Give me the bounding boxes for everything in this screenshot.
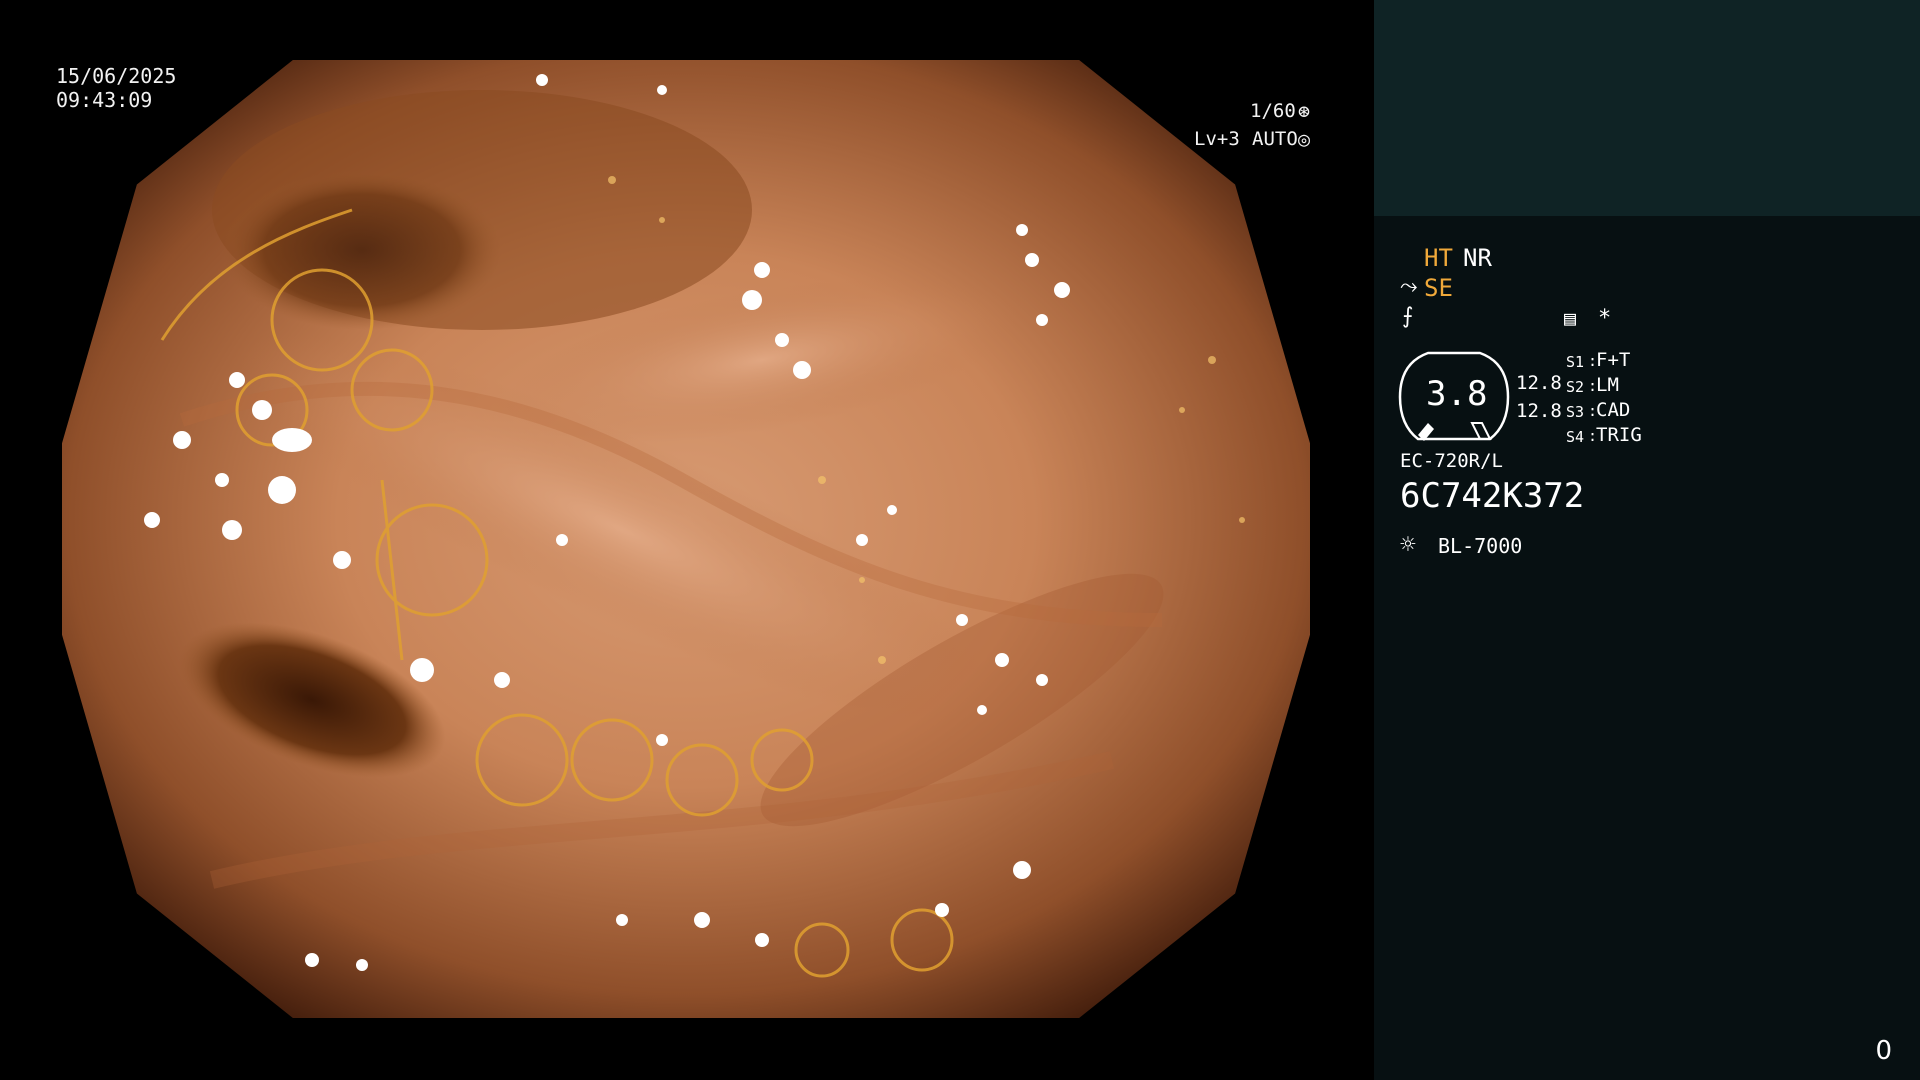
iris-icon: ◎: [1298, 127, 1311, 151]
switch-value-1: F+T: [1596, 349, 1631, 371]
tone-curve-icon: ⨍: [1402, 304, 1414, 329]
switch-key-2: S2: [1566, 378, 1585, 396]
scope-model: EC-720R/L: [1400, 450, 1503, 472]
shutter-speed: 1/60: [1250, 100, 1296, 122]
asterisk-indicator: *: [1598, 306, 1612, 331]
info-panel: [1374, 216, 1920, 1080]
mode-nr: NR: [1463, 244, 1492, 272]
iris-mode: AUTO: [1252, 128, 1298, 150]
switch-value-2: LM: [1596, 374, 1619, 396]
mode-ht: HT: [1424, 244, 1453, 272]
gauge-value: 3.8: [1426, 374, 1488, 414]
frame-counter: 0: [1875, 1036, 1892, 1066]
exam-time: 09:43:09: [56, 88, 153, 112]
enhance-curve-icon: ⤳: [1400, 274, 1418, 299]
endoscopy-monitor: 15/06/2025 09:43:09 1/60 ⊛ Lv+3 AUTO ◎ H…: [0, 0, 1920, 1080]
switch-key-3: S3: [1566, 403, 1585, 421]
light-source-icon: ☼: [1400, 530, 1416, 560]
switch-value-4: TRIG: [1596, 424, 1642, 446]
gauge-sub-top: 12.8: [1516, 372, 1562, 394]
switch-key-1: S1: [1566, 353, 1585, 371]
scope-serial: 6C742K372: [1400, 476, 1585, 516]
panel-header-area: [1374, 0, 1920, 216]
brightness-level: Lv+3: [1194, 128, 1240, 150]
switch-value-3: CAD: [1596, 399, 1631, 421]
light-source: BL-7000: [1438, 534, 1523, 558]
switch-key-4: S4: [1566, 428, 1585, 446]
exam-date: 15/06/2025: [56, 64, 177, 88]
aperture-icon: ⊛: [1298, 99, 1311, 123]
colon-mucosa-image: [62, 60, 1310, 1018]
structure-enhance: SE: [1424, 274, 1453, 302]
memory-card-icon: ▤: [1564, 306, 1577, 330]
endoscope-image: [62, 60, 1310, 1018]
gauge-sub-bottom: 12.8: [1516, 400, 1562, 422]
